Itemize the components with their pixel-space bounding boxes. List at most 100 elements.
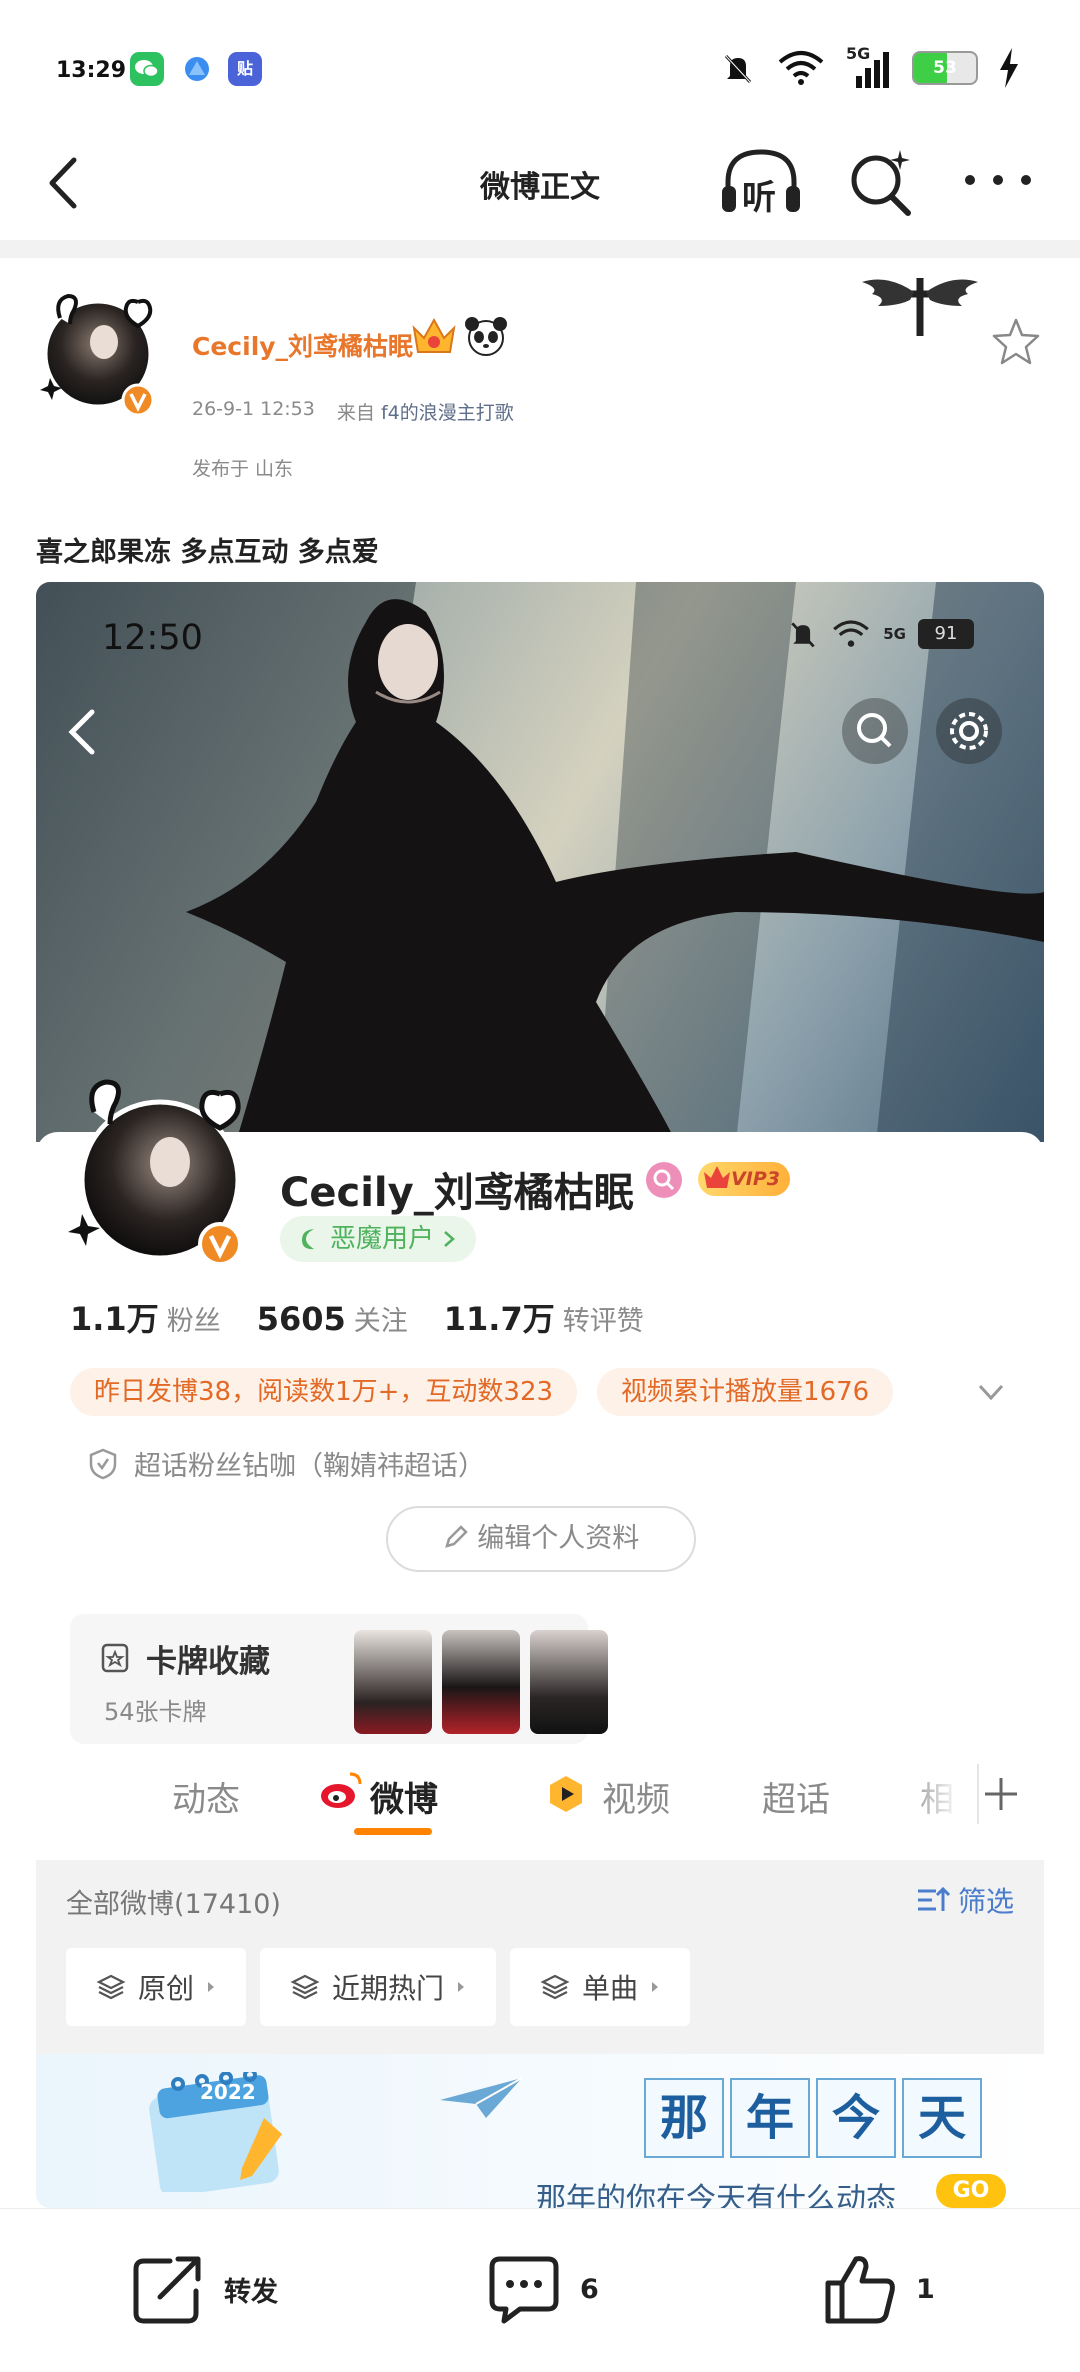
post-image[interactable]: 12:50 5G 91 Cecily_刘鸢橘枯眠 VIP3 恶魔用户 1.1万 … (36, 582, 1044, 2208)
crown-badge-icon (412, 317, 456, 353)
weibo-logo-icon (321, 1772, 362, 1808)
mute-icon (791, 622, 815, 648)
winged-cross-decoration-icon (862, 278, 978, 336)
caret-right-icon (652, 1982, 659, 1992)
banner-char: 天 (902, 2078, 982, 2158)
panda-icon (465, 317, 507, 356)
section-divider (0, 240, 1080, 258)
cover-status-icons: 5G 91 (787, 618, 974, 650)
like-count: 1 (916, 2273, 935, 2305)
chip-recent-hot: 近期热门 (260, 1948, 497, 2026)
status-time: 13:29 (56, 58, 127, 83)
plus-icon (977, 1764, 1017, 1824)
filter-icon (917, 1886, 950, 1911)
tab-supertopic: 超话 (762, 1780, 830, 1820)
banner-char: 今 (816, 2078, 896, 2158)
filter-button: 筛选 (916, 1880, 1014, 1920)
card-thumbnail (442, 1630, 520, 1734)
layers-icon (540, 1974, 570, 2000)
video-tab-icon (550, 1776, 582, 1812)
signal-bar (856, 76, 862, 88)
calendar-year: 2022 (200, 2080, 256, 2104)
banner-char: 那 (644, 2078, 724, 2158)
vip-badge: VIP3 (698, 1162, 790, 1196)
repost-icon (133, 2256, 201, 2324)
listen-label: 听 (742, 178, 776, 218)
author-name[interactable]: Cecily_刘鸢橘枯眠 (192, 327, 413, 363)
banner-subtitle: 那年的你在今天有什么动态 (536, 2182, 896, 2208)
post-source-link[interactable]: f4的浪漫主打歌 (381, 402, 514, 424)
edit-profile-button: 编辑个人资料 (386, 1506, 696, 1572)
listen-button[interactable]: 听 (718, 142, 804, 222)
activity-tag: 昨日发博38，阅读数1万+，互动数323 (70, 1368, 578, 1416)
comment-button[interactable]: 6 (486, 2251, 599, 2327)
card-collection: 卡牌收藏 54张卡牌 (70, 1614, 608, 1744)
status-bar: 13:29 贴 5G 53 (0, 0, 1080, 130)
feed-count: 全部微博(17410) (66, 1889, 281, 1920)
activity-tags: 昨日发博38，阅读数1万+，互动数323 视频累计播放量1676 (70, 1368, 894, 1416)
search-icon (857, 713, 892, 748)
favorite-star-icon[interactable] (990, 316, 1042, 368)
following-stat: 5605 关注 (257, 1299, 408, 1338)
tabs-fade (904, 1762, 974, 1832)
battery-level: 53 (933, 58, 957, 78)
stat-label: 转评赞 (562, 1306, 644, 1337)
engagement-stat: 11.7万 转评赞 (444, 1294, 644, 1340)
video-plays-tag: 视频累计播放量1676 (597, 1368, 894, 1416)
that-year-today-banner: 2022 那 年 今 天 那年的你在今天有什么动态 GO (36, 2054, 1044, 2208)
followers-stat: 1.1万 粉丝 (70, 1294, 221, 1340)
profile-stats: 1.1万 粉丝 5605 关注 11.7万 转评赞 (70, 1294, 644, 1340)
layers-icon (290, 1974, 320, 2000)
stat-label: 关注 (353, 1306, 408, 1337)
search-icon[interactable] (842, 144, 918, 220)
source-prefix: 来自 (336, 402, 375, 424)
edit-profile-label: 编辑个人资料 (477, 1523, 640, 1554)
chevron-down-icon (978, 1384, 1004, 1401)
banner-title: 那 年 今 天 (644, 2078, 982, 2158)
paper-plane-icon (440, 2077, 523, 2118)
chip-original: 原创 (66, 1948, 247, 2026)
chip-single: 单曲 (510, 1948, 691, 2026)
card-collection-title: 卡牌收藏 (146, 1644, 270, 1680)
caret-right-icon (208, 1982, 215, 1992)
more-icon[interactable] (960, 160, 1036, 200)
shield-icon (89, 1448, 117, 1479)
profile-name: Cecily_刘鸢橘枯眠 (280, 1170, 634, 1216)
calendar-icon: 2022 (144, 2068, 294, 2197)
superfan-text: 超话粉丝钻咖（鞠婧祎超话） (134, 1451, 485, 1482)
battery-indicator: 53 (912, 51, 978, 85)
stat-number: 1.1万 (70, 1300, 159, 1338)
chip-label: 单曲 (582, 1972, 639, 2005)
like-button[interactable]: 1 (822, 2251, 935, 2327)
stat-number: 5605 (256, 1300, 346, 1338)
wifi-icon (833, 620, 870, 647)
top-nav: 微博正文 听 (0, 130, 1080, 240)
active-tab-underline (354, 1828, 432, 1835)
card-thumbnail (530, 1630, 608, 1734)
card-thumbnail (354, 1630, 432, 1734)
cover-battery: 91 (918, 619, 974, 649)
profile-avatar (60, 1072, 260, 1272)
browser-icon (180, 52, 214, 86)
repost-button[interactable]: 转发 (130, 2251, 278, 2327)
gear-icon (950, 712, 988, 750)
bottom-action-bar: 转发 6 1 (0, 2208, 1080, 2372)
cover-network: 5G (883, 625, 906, 643)
devil-user-label: 恶魔用户 (330, 1224, 435, 1254)
feed-chips: 原创 近期热门 单曲 (66, 1948, 691, 2026)
network-label: 5G (846, 44, 871, 63)
banner-go-button: GO (936, 2174, 1006, 2208)
author-avatar[interactable] (34, 290, 164, 420)
superfan-badge-icon (646, 1162, 682, 1198)
pencil-icon (444, 1525, 468, 1548)
caret-right-icon (458, 1982, 465, 1992)
moon-icon (302, 1229, 314, 1250)
status-right: 5G 53 (720, 44, 1020, 88)
devil-user-badge: 恶魔用户 (280, 1216, 477, 1262)
charging-icon (1000, 48, 1018, 88)
tab-dynamic: 动态 (172, 1780, 240, 1820)
wifi-icon (778, 51, 824, 85)
post-timestamp: 26-9-1 12:53 (192, 398, 315, 420)
crown-icon (704, 1166, 730, 1188)
post-location: 发布于 山东 (192, 458, 294, 480)
